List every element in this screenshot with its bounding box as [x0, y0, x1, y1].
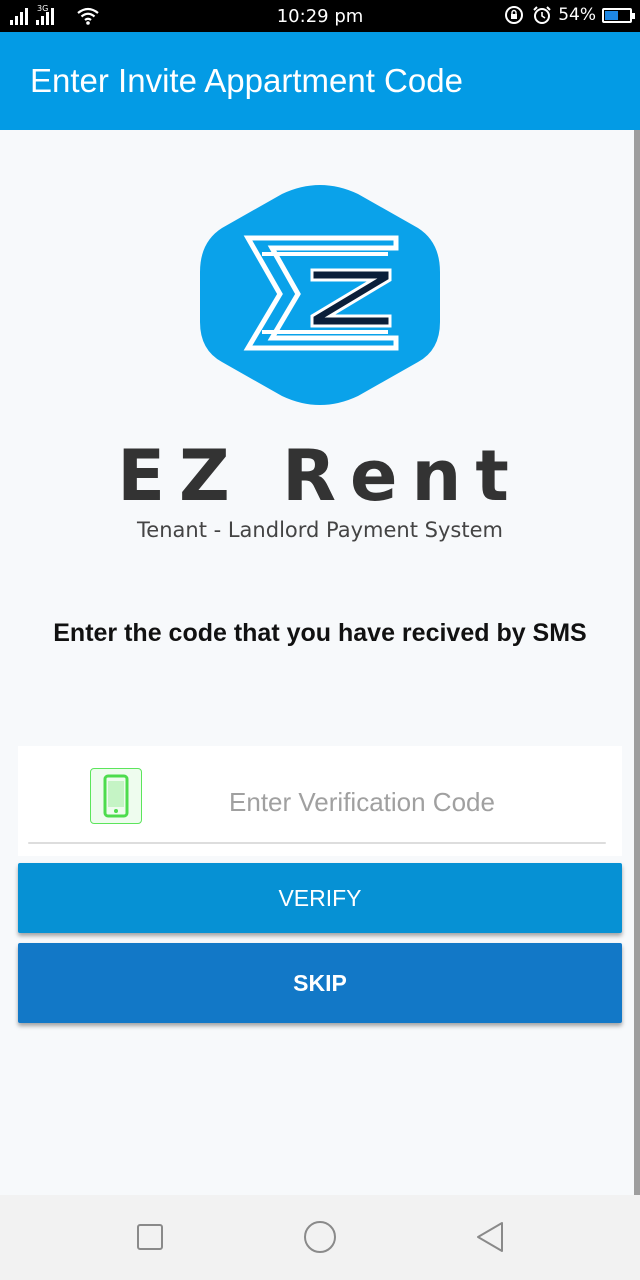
page-title: Enter Invite Appartment Code	[30, 62, 463, 99]
input-underline	[28, 842, 606, 844]
verification-code-input[interactable]	[150, 780, 574, 824]
phone-icon	[90, 768, 142, 824]
back-icon[interactable]	[470, 1217, 510, 1257]
battery-icon	[602, 7, 635, 23]
battery-percent: 54%	[558, 5, 596, 25]
brand-tagline: Tenant - Landlord Payment System	[137, 518, 503, 542]
verify-button[interactable]: VERIFY	[18, 863, 622, 933]
skip-button[interactable]: SKIP	[18, 943, 622, 1023]
navigation-bar	[0, 1195, 640, 1280]
scrollbar[interactable]	[634, 130, 640, 1195]
battery-level-fill	[605, 10, 618, 20]
alarm-icon	[533, 6, 551, 24]
app-bar: Enter Invite Appartment Code	[0, 32, 640, 130]
home-icon[interactable]	[300, 1217, 340, 1257]
lock-icon	[505, 6, 524, 24]
brand-name: EZ Rent	[117, 435, 523, 517]
status-bar: 3G 10:29 pm 54%	[0, 0, 640, 32]
ez-rent-logo	[200, 185, 440, 405]
instruction-text: Enter the code that you have recived by …	[53, 619, 587, 647]
status-right-group: 54%	[504, 5, 635, 25]
recents-icon[interactable]	[130, 1217, 170, 1257]
